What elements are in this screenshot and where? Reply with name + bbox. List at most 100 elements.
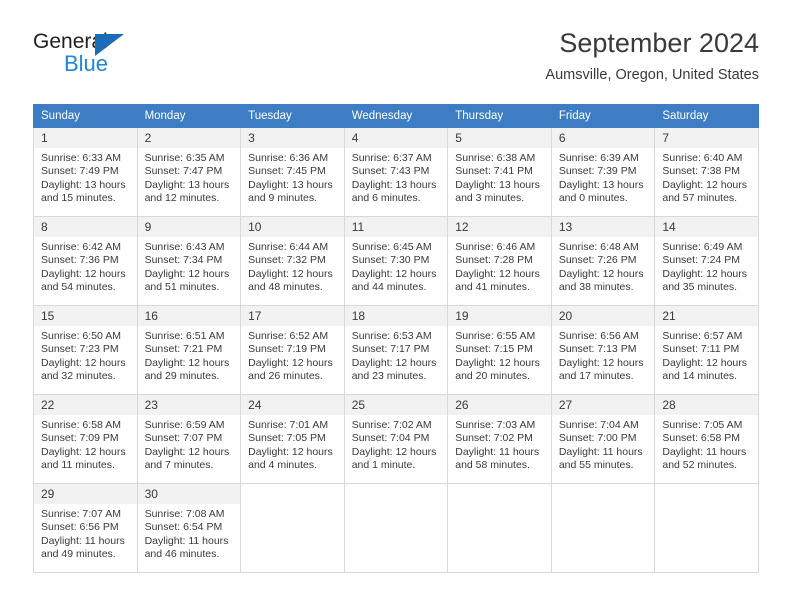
sunrise-text: Sunrise: 7:05 AM — [662, 419, 743, 431]
calendar-day-cell[interactable]: 16 Sunrise: 6:51 AM Sunset: 7:21 PM Dayligh… — [136, 305, 242, 395]
calendar-day-cell[interactable]: 20 Sunrise: 6:56 AM Sunset: 7:13 PM Dayligh… — [550, 305, 656, 395]
calendar-day-cell[interactable]: 24 Sunrise: 7:01 AM Sunset: 7:05 PM Dayligh… — [240, 394, 345, 484]
calendar-day-cell[interactable]: 27 Sunrise: 7:04 AM Sunset: 7:00 PM Dayligh… — [550, 394, 656, 484]
day-number: 15 — [34, 306, 137, 326]
calendar-day-cell[interactable]: 2 Sunrise: 6:35 AM Sunset: 7:47 PM Daylight… — [136, 127, 242, 217]
day-details: Sunrise: 6:50 AM Sunset: 7:23 PM Daylight:… — [34, 326, 137, 384]
general-blue-logo[interactable]: General Blue — [33, 30, 213, 86]
weekday-header-monday: Monday — [136, 104, 242, 128]
day-details: Sunrise: 6:44 AM Sunset: 7:32 PM Daylight:… — [241, 237, 344, 295]
calendar-day-cell[interactable]: 26 Sunrise: 7:03 AM Sunset: 7:02 PM Dayligh… — [447, 394, 552, 484]
sunrise-text: Sunrise: 7:01 AM — [248, 419, 329, 431]
calendar-day-cell[interactable]: 5 Sunrise: 6:38 AM Sunset: 7:41 PM Daylight… — [447, 127, 552, 217]
calendar-day-cell[interactable]: 30 Sunrise: 7:08 AM Sunset: 6:54 PM Dayligh… — [136, 483, 242, 573]
sunset-text: Sunset: 7:02 PM — [455, 432, 533, 445]
weekday-header-sunday: Sunday — [33, 104, 138, 128]
calendar-week-row: 8 Sunrise: 6:42 AM Sunset: 7:36 PM Daylight… — [33, 216, 759, 306]
day-details: Sunrise: 6:53 AM Sunset: 7:17 PM Daylight:… — [345, 326, 448, 384]
calendar-day-cell[interactable]: 21 Sunrise: 6:57 AM Sunset: 7:11 PM Dayligh… — [654, 305, 759, 395]
sunset-text: Sunset: 7:32 PM — [248, 254, 326, 267]
sunrise-text: Sunrise: 6:48 AM — [558, 241, 639, 253]
daylight-text: Daylight: 13 hours and 0 minutes. — [558, 178, 644, 205]
calendar-day-cell[interactable]: 4 Sunrise: 6:37 AM Sunset: 7:43 PM Daylight… — [343, 127, 449, 217]
sunrise-text: Sunrise: 6:40 AM — [662, 152, 743, 164]
sunset-text: Sunset: 7:11 PM — [662, 343, 740, 356]
calendar-day-cell[interactable]: 10 Sunrise: 6:44 AM Sunset: 7:32 PM Dayligh… — [240, 216, 345, 306]
calendar-day-cell[interactable]: 14 Sunrise: 6:49 AM Sunset: 7:24 PM Dayligh… — [654, 216, 759, 306]
day-details: Sunrise: 6:48 AM Sunset: 7:26 PM Daylight:… — [552, 237, 655, 295]
day-details: Sunrise: 6:56 AM Sunset: 7:13 PM Daylight:… — [552, 326, 655, 384]
calendar-day-cell[interactable]: 12 Sunrise: 6:46 AM Sunset: 7:28 PM Dayligh… — [447, 216, 552, 306]
daylight-text: Daylight: 12 hours and 26 minutes. — [248, 356, 333, 383]
weekday-header-saturday: Saturday — [654, 104, 759, 128]
day-number: 8 — [34, 217, 137, 237]
calendar-day-cell[interactable]: 3 Sunrise: 6:36 AM Sunset: 7:45 PM Daylight… — [240, 127, 345, 217]
sunset-text: Sunset: 7:38 PM — [662, 165, 741, 178]
sunrise-text: Sunrise: 6:55 AM — [455, 330, 536, 342]
calendar-body: 1 Sunrise: 6:33 AM Sunset: 7:49 PM Daylight… — [33, 127, 759, 573]
sunset-text: Sunset: 7:39 PM — [558, 165, 637, 178]
day-number: 27 — [551, 395, 655, 415]
daylight-text: Daylight: 11 hours and 46 minutes. — [144, 534, 229, 561]
calendar-day-cell[interactable]: 13 Sunrise: 6:48 AM Sunset: 7:26 PM Dayligh… — [550, 216, 656, 306]
weekday-header-row: Sunday Monday Tuesday Wednesday Thursday… — [33, 104, 759, 128]
calendar-day-cell[interactable]: 1 Sunrise: 6:33 AM Sunset: 7:49 PM Daylight… — [33, 127, 138, 217]
day-number: 5 — [448, 128, 551, 148]
day-number: 19 — [448, 306, 551, 326]
day-details: Sunrise: 6:46 AM Sunset: 7:28 PM Daylight:… — [448, 237, 551, 295]
daylight-text: Daylight: 12 hours and 4 minutes. — [248, 445, 333, 472]
calendar-day-cell[interactable]: 17 Sunrise: 6:52 AM Sunset: 7:19 PM Dayligh… — [240, 305, 345, 395]
day-details: Sunrise: 6:43 AM Sunset: 7:34 PM Daylight:… — [138, 237, 241, 295]
calendar-grid: Sunday Monday Tuesday Wednesday Thursday… — [33, 104, 759, 573]
day-number: 17 — [241, 306, 344, 326]
day-details: Sunrise: 6:38 AM Sunset: 7:41 PM Daylight:… — [448, 148, 551, 206]
sunset-text: Sunset: 6:58 PM — [662, 432, 741, 445]
sunset-text: Sunset: 7:05 PM — [248, 432, 326, 445]
sunset-text: Sunset: 7:47 PM — [144, 165, 223, 178]
calendar-day-cell[interactable]: 9 Sunrise: 6:43 AM Sunset: 7:34 PM Daylight… — [136, 216, 242, 306]
daylight-text: Daylight: 11 hours and 49 minutes. — [41, 534, 125, 561]
calendar-empty-cell — [240, 483, 345, 573]
calendar-empty-cell — [550, 483, 656, 573]
daylight-text: Daylight: 12 hours and 23 minutes. — [351, 356, 437, 383]
sunrise-text: Sunrise: 7:02 AM — [351, 419, 432, 431]
calendar-day-cell[interactable]: 29 Sunrise: 7:07 AM Sunset: 6:56 PM Dayligh… — [33, 483, 138, 573]
sunrise-text: Sunrise: 6:45 AM — [351, 241, 432, 253]
calendar-day-cell[interactable]: 15 Sunrise: 6:50 AM Sunset: 7:23 PM Dayligh… — [33, 305, 138, 395]
sunrise-text: Sunrise: 6:44 AM — [248, 241, 329, 253]
sunset-text: Sunset: 7:07 PM — [144, 432, 223, 445]
calendar-page: General Blue September 2024 Aumsville, O… — [0, 0, 792, 612]
day-number: 18 — [344, 306, 448, 326]
sunrise-text: Sunrise: 7:04 AM — [558, 419, 639, 431]
day-number: 16 — [137, 306, 241, 326]
calendar-day-cell[interactable]: 22 Sunrise: 6:58 AM Sunset: 7:09 PM Dayligh… — [33, 394, 138, 484]
sunrise-text: Sunrise: 6:42 AM — [41, 241, 121, 253]
daylight-text: Daylight: 12 hours and 20 minutes. — [455, 356, 540, 383]
day-number: 24 — [241, 395, 344, 415]
calendar-day-cell[interactable]: 6 Sunrise: 6:39 AM Sunset: 7:39 PM Daylight… — [550, 127, 656, 217]
daylight-text: Daylight: 13 hours and 9 minutes. — [248, 178, 333, 205]
day-number: 11 — [344, 217, 448, 237]
calendar-day-cell[interactable]: 19 Sunrise: 6:55 AM Sunset: 7:15 PM Dayligh… — [447, 305, 552, 395]
day-number: 1 — [34, 128, 137, 148]
sunset-text: Sunset: 7:00 PM — [558, 432, 637, 445]
day-details: Sunrise: 7:05 AM Sunset: 6:58 PM Daylight:… — [655, 415, 758, 473]
daylight-text: Daylight: 11 hours and 58 minutes. — [455, 445, 540, 472]
calendar-day-cell[interactable]: 18 Sunrise: 6:53 AM Sunset: 7:17 PM Dayligh… — [343, 305, 449, 395]
sunrise-text: Sunrise: 6:53 AM — [351, 330, 432, 342]
daylight-text: Daylight: 12 hours and 35 minutes. — [662, 267, 748, 294]
sunrise-text: Sunrise: 6:52 AM — [248, 330, 329, 342]
calendar-empty-cell — [447, 483, 552, 573]
title-block: September 2024 Aumsville, Oregon, United… — [545, 26, 759, 86]
calendar-day-cell[interactable]: 28 Sunrise: 7:05 AM Sunset: 6:58 PM Dayligh… — [654, 394, 759, 484]
calendar-day-cell[interactable]: 11 Sunrise: 6:45 AM Sunset: 7:30 PM Dayligh… — [343, 216, 449, 306]
sunrise-text: Sunrise: 6:37 AM — [351, 152, 432, 164]
calendar-day-cell[interactable]: 25 Sunrise: 7:02 AM Sunset: 7:04 PM Dayligh… — [343, 394, 449, 484]
calendar-day-cell[interactable]: 23 Sunrise: 6:59 AM Sunset: 7:07 PM Dayligh… — [136, 394, 242, 484]
sunrise-text: Sunrise: 6:35 AM — [144, 152, 225, 164]
calendar-day-cell[interactable]: 8 Sunrise: 6:42 AM Sunset: 7:36 PM Daylight… — [33, 216, 138, 306]
day-number: 4 — [344, 128, 448, 148]
calendar-day-cell[interactable]: 7 Sunrise: 6:40 AM Sunset: 7:38 PM Daylight… — [654, 127, 759, 217]
sunrise-text: Sunrise: 6:56 AM — [558, 330, 639, 342]
day-number: 7 — [655, 128, 758, 148]
